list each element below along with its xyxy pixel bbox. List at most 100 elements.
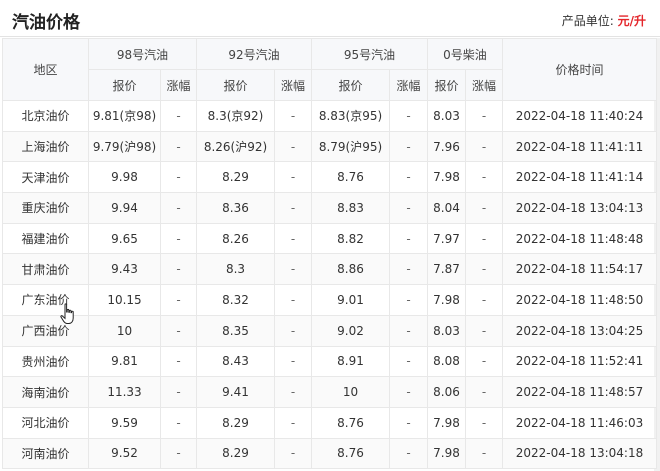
time-cell: 2022-04-18 11:46:03	[502, 406, 657, 439]
price-95-cell: 8.83(京95)	[311, 100, 390, 132]
region-cell[interactable]: 贵州油价	[2, 345, 89, 378]
change-98-cell: -	[160, 100, 197, 132]
change-95-cell: -	[389, 161, 428, 194]
time-cell: 2022-04-18 11:52:41	[502, 345, 657, 378]
change-diesel-cell: -	[465, 437, 503, 470]
price-diesel-cell: 7.87	[427, 253, 466, 286]
price-95-cell: 8.76	[311, 406, 390, 439]
page-header: 汽油价格 产品单位: 元/升	[0, 0, 660, 38]
price-98-cell: 9.79(沪98)	[88, 130, 161, 163]
time-cell: 2022-04-18 13:04:13	[502, 192, 657, 224]
change-92-cell: -	[274, 406, 312, 439]
group-header-diesel: 0号柴油	[427, 38, 503, 70]
hand-pointer-icon	[60, 303, 74, 324]
price-92-cell: 8.29	[196, 161, 275, 194]
change-92-cell: -	[274, 345, 312, 378]
change-98-cell: -	[160, 437, 197, 470]
table-row: 重庆油价 9.94-8.36-8.83-8.04-2022-04-18 13:04…	[2, 192, 657, 224]
price-95-cell: 8.83	[311, 192, 390, 224]
time-cell: 2022-04-18 11:40:24	[502, 100, 657, 132]
price-diesel-cell: 7.98	[427, 406, 466, 439]
price-92-cell: 8.26	[196, 222, 275, 255]
change-98-cell: -	[160, 253, 197, 286]
change-92-cell: -	[274, 192, 312, 224]
region-cell[interactable]: 北京油价	[2, 100, 89, 132]
table-row: 河北油价 9.59-8.29-8.76-7.98-2022-04-18 11:46…	[2, 406, 657, 439]
change-95-cell: -	[389, 284, 428, 316]
change-92-cell: -	[274, 437, 312, 470]
price-98-cell: 9.65	[88, 222, 161, 255]
group-header-95: 95号汽油	[311, 38, 428, 70]
change-95-cell: -	[389, 222, 428, 255]
change-98-cell: -	[160, 284, 197, 316]
change-92-cell: -	[274, 284, 312, 316]
table-row: 甘肃油价 9.43-8.3-8.86-7.87-2022-04-18 11:54:…	[2, 253, 657, 286]
price-98-cell: 10	[88, 314, 161, 347]
table-row: 天津油价 9.98-8.29-8.76-7.98-2022-04-18 11:41…	[2, 161, 657, 194]
time-cell: 2022-04-18 11:48:50	[502, 284, 657, 316]
change-95-cell: -	[389, 376, 428, 408]
change-diesel-cell: -	[465, 376, 503, 408]
region-cell[interactable]: 海南油价	[2, 376, 89, 408]
price-95-cell: 8.76	[311, 161, 390, 194]
change-92-cell: -	[274, 100, 312, 132]
change-95-cell: -	[389, 345, 428, 378]
region-cell[interactable]: 福建油价	[2, 222, 89, 255]
region-cell[interactable]: 河南油价	[2, 437, 89, 470]
price-92-cell: 8.3	[196, 253, 275, 286]
change-diesel-cell: -	[465, 161, 503, 194]
price-95-cell: 8.76	[311, 437, 390, 470]
change-98-cell: -	[160, 130, 197, 163]
region-cell[interactable]: 天津油价	[2, 161, 89, 194]
price-92-cell: 8.43	[196, 345, 275, 378]
price-subheader: 报价	[311, 69, 390, 101]
unit-info: 产品单位: 元/升	[562, 12, 646, 29]
price-95-cell: 10	[311, 376, 390, 408]
price-98-cell: 9.94	[88, 192, 161, 224]
change-diesel-cell: -	[465, 406, 503, 439]
price-diesel-cell: 8.08	[427, 345, 466, 378]
change-diesel-cell: -	[465, 253, 503, 286]
unit-value: 元/升	[617, 14, 646, 28]
table-row: 北京油价 9.81(京98) -8.3(京92) -8.83(京95) -8.03-20…	[2, 100, 657, 132]
change-subheader: 涨幅	[389, 69, 428, 101]
region-cell[interactable]: 重庆油价	[2, 192, 89, 224]
price-98-cell: 9.59	[88, 406, 161, 439]
price-98-cell: 9.98	[88, 161, 161, 194]
change-diesel-cell: -	[465, 130, 503, 163]
price-95-cell: 8.79(沪95)	[311, 130, 390, 163]
price-diesel-cell: 7.98	[427, 161, 466, 194]
change-98-cell: -	[160, 406, 197, 439]
price-92-cell: 8.29	[196, 437, 275, 470]
change-92-cell: -	[274, 161, 312, 194]
price-92-cell: 8.26(沪92)	[196, 130, 275, 163]
change-95-cell: -	[389, 437, 428, 470]
table-row: 河南油价 9.52-8.29-8.76-7.98-2022-04-18 13:04…	[2, 437, 657, 470]
change-95-cell: -	[389, 406, 428, 439]
price-subheader: 报价	[196, 69, 275, 101]
price-92-cell: 8.32	[196, 284, 275, 316]
price-diesel-cell: 8.04	[427, 192, 466, 224]
change-diesel-cell: -	[465, 345, 503, 378]
region-cell[interactable]: 上海油价	[2, 130, 89, 163]
change-95-cell: -	[389, 192, 428, 224]
price-diesel-cell: 7.98	[427, 437, 466, 470]
header-divider	[0, 36, 660, 37]
region-cell[interactable]: 甘肃油价	[2, 253, 89, 286]
change-diesel-cell: -	[465, 284, 503, 316]
time-cell: 2022-04-18 11:41:14	[502, 161, 657, 194]
time-cell: 2022-04-18 11:41:11	[502, 130, 657, 163]
price-95-cell: 9.02	[311, 314, 390, 347]
change-diesel-cell: -	[465, 314, 503, 347]
region-cell[interactable]: 河北油价	[2, 406, 89, 439]
change-92-cell: -	[274, 376, 312, 408]
price-subheader: 报价	[427, 69, 466, 101]
fuel-price-table: 地区 98号汽油 92号汽油 95号汽油 0号柴油 价格时间 报价 涨幅 报价 …	[2, 38, 657, 470]
change-subheader: 涨幅	[160, 69, 197, 101]
table-row: 贵州油价 9.81-8.43-8.91-8.08-2022-04-18 11:52…	[2, 345, 657, 378]
table-body: 北京油价 9.81(京98) -8.3(京92) -8.83(京95) -8.03-20…	[2, 100, 657, 470]
price-98-cell: 9.81(京98)	[88, 100, 161, 132]
change-98-cell: -	[160, 345, 197, 378]
group-header-98: 98号汽油	[88, 38, 197, 70]
change-92-cell: -	[274, 222, 312, 255]
